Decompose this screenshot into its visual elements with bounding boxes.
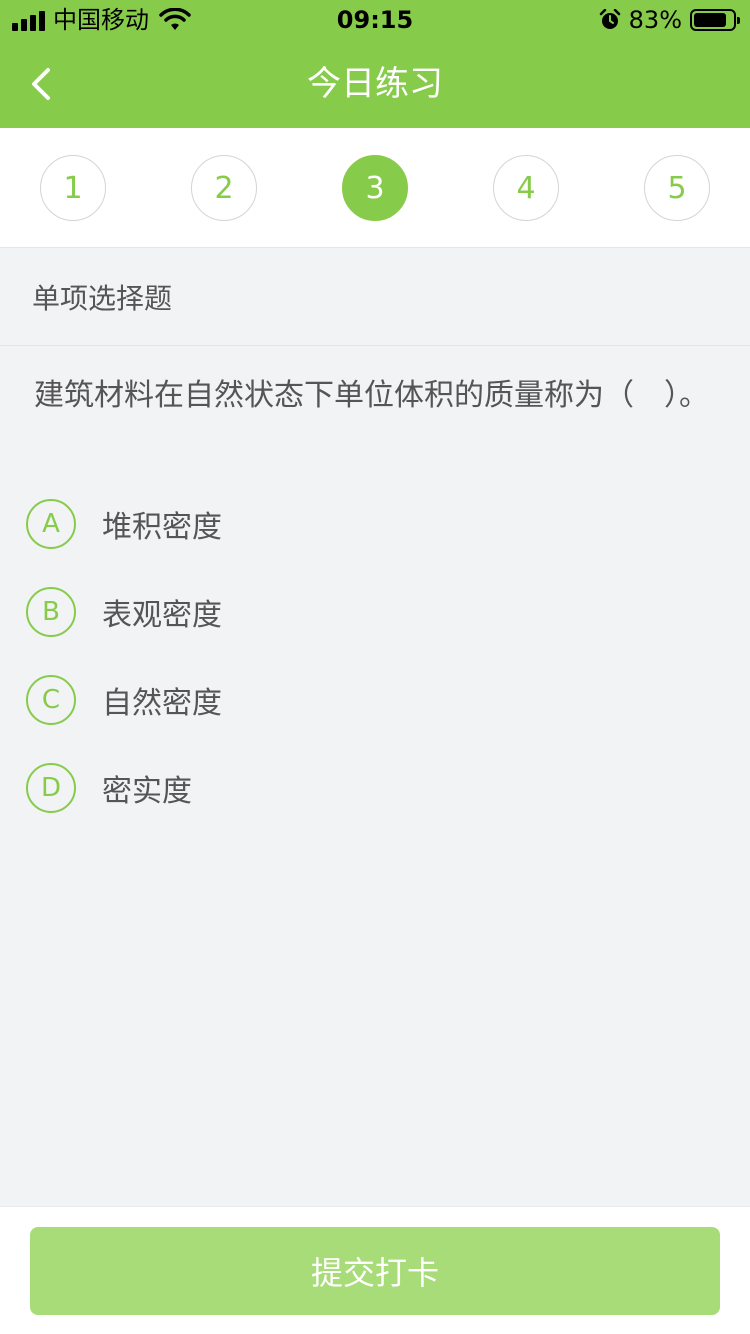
question-text: 建筑材料在自然状态下单位体积的质量称为（ ）。 [34,378,709,413]
option-c[interactable]: C 自然密度 [26,674,626,726]
option-a[interactable]: A 堆积密度 [26,498,626,550]
question-type: 单项选择题 [32,282,173,315]
battery-tip [737,17,740,24]
step-2[interactable]: 2 [191,155,257,221]
option-text: 自然密度 [102,686,222,721]
option-letter: D [26,763,76,813]
option-letter: C [26,675,76,725]
alarm-icon [599,9,620,29]
question-type-bar: 单项选择题 [0,248,750,346]
step-3[interactable]: 3 [342,155,408,221]
battery-percent: 83% [628,6,682,34]
option-text: 表观密度 [102,598,222,633]
submit-checkin-button[interactable]: 提交打卡 [30,1227,720,1315]
step-4[interactable]: 4 [493,155,559,221]
option-d[interactable]: D 密实度 [26,762,626,814]
option-b[interactable]: B 表观密度 [26,586,626,638]
option-letter: B [26,587,76,637]
footer: 提交打卡 [0,1206,750,1334]
option-letter: A [26,499,76,549]
status-bar: 中国移动 09:15 83% [0,0,750,40]
battery-icon [690,9,740,31]
question-step-indicator: 1 2 3 4 5 [0,128,750,248]
battery-fill [694,13,726,27]
option-text: 堆积密度 [102,510,222,545]
step-5[interactable]: 5 [644,155,710,221]
status-right: 83% [599,6,740,34]
header: 中国移动 09:15 83% 今日练习 [0,0,750,128]
option-text: 密实度 [102,774,192,809]
step-1[interactable]: 1 [40,155,106,221]
page-title: 今日练习 [307,64,443,104]
